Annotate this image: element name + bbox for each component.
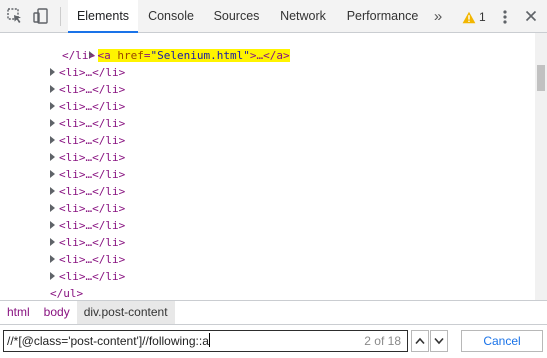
cancel-button[interactable]: Cancel [461,330,543,352]
warning-icon [462,11,476,23]
expand-triangle-icon[interactable] [50,153,55,161]
more-tabs-button[interactable]: » [428,0,448,33]
toolbar-divider [60,7,61,26]
device-toolbar-icon[interactable] [32,7,50,25]
expand-triangle-icon[interactable] [50,119,55,127]
tree-node-li[interactable]: <li>…</li> [50,81,125,98]
tree-node-li[interactable]: <li>…</li> [50,64,125,81]
scrollbar-thumb[interactable] [537,65,545,91]
tree-node-li[interactable]: <li>…</li> [50,217,125,234]
previous-match-button[interactable] [411,330,429,352]
breadcrumb-html[interactable]: html [0,301,37,324]
expand-triangle-icon[interactable] [50,85,55,93]
tree-node-li[interactable]: <li>…</li> [50,149,125,166]
tree-node-li[interactable]: <li>…</li> [50,166,125,183]
devtools-toolbar: Elements Console Sources Network Perform… [0,0,547,33]
tab-elements[interactable]: Elements [68,0,138,33]
expand-triangle-icon[interactable] [50,255,55,263]
warning-count: 1 [479,10,486,24]
search-input[interactable]: //*[@class='post-content']//following::a… [3,330,408,352]
tab-performance[interactable]: Performance [339,0,426,33]
tree-node-li[interactable]: <li>…</li> [50,234,125,251]
breadcrumb: html body div.post-content [0,300,547,324]
chevron-up-icon [415,337,425,345]
match-count: 2 of 18 [364,334,401,348]
expand-triangle-icon[interactable] [50,238,55,246]
tree-node-ul-close[interactable]: </ul> [50,285,83,300]
tree-node-li[interactable]: <li>…</li> [50,200,125,217]
close-icon[interactable] [523,8,539,24]
expand-triangle-icon[interactable] [50,187,55,195]
dom-tree: <a href="Selenium.html">…</a> </li> <li>… [0,33,535,300]
expand-triangle-icon[interactable] [50,221,55,229]
breadcrumb-body[interactable]: body [37,301,77,324]
breadcrumb-div-post-content[interactable]: div.post-content [76,301,175,324]
tab-sources[interactable]: Sources [205,0,268,33]
search-query: //*[@class='post-content']//following::a [7,334,209,348]
expand-triangle-icon[interactable] [50,272,55,280]
tab-console[interactable]: Console [139,0,203,33]
next-match-button[interactable] [430,330,448,352]
expand-triangle-icon[interactable] [50,204,55,212]
tree-node-li[interactable]: <li>…</li> [50,115,125,132]
text-cursor [208,333,210,347]
tree-node-li[interactable]: <li>…</li> [50,183,125,200]
more-options-icon[interactable] [498,8,512,26]
tree-node-li[interactable]: <li>…</li> [50,98,125,115]
expand-triangle-icon[interactable] [50,68,55,76]
vertical-scrollbar[interactable] [535,33,547,300]
inspect-element-icon[interactable] [6,7,24,25]
expand-triangle-icon[interactable] [50,102,55,110]
expand-triangle-icon[interactable] [50,136,55,144]
tab-network[interactable]: Network [271,0,335,33]
search-bar: //*[@class='post-content']//following::a… [0,324,547,358]
tree-node-li[interactable]: <li>…</li> [50,268,125,285]
tree-node-li-close[interactable]: </li> [62,47,95,64]
tree-node-li[interactable]: <li>…</li> [50,251,125,268]
tree-node-li[interactable]: <li>…</li> [50,132,125,149]
tree-node-anchor[interactable]: <a href="Selenium.html">…</a> [62,33,290,62]
chevron-down-icon [434,337,444,345]
expand-triangle-icon[interactable] [50,170,55,178]
warnings-badge[interactable]: 1 [462,8,486,26]
